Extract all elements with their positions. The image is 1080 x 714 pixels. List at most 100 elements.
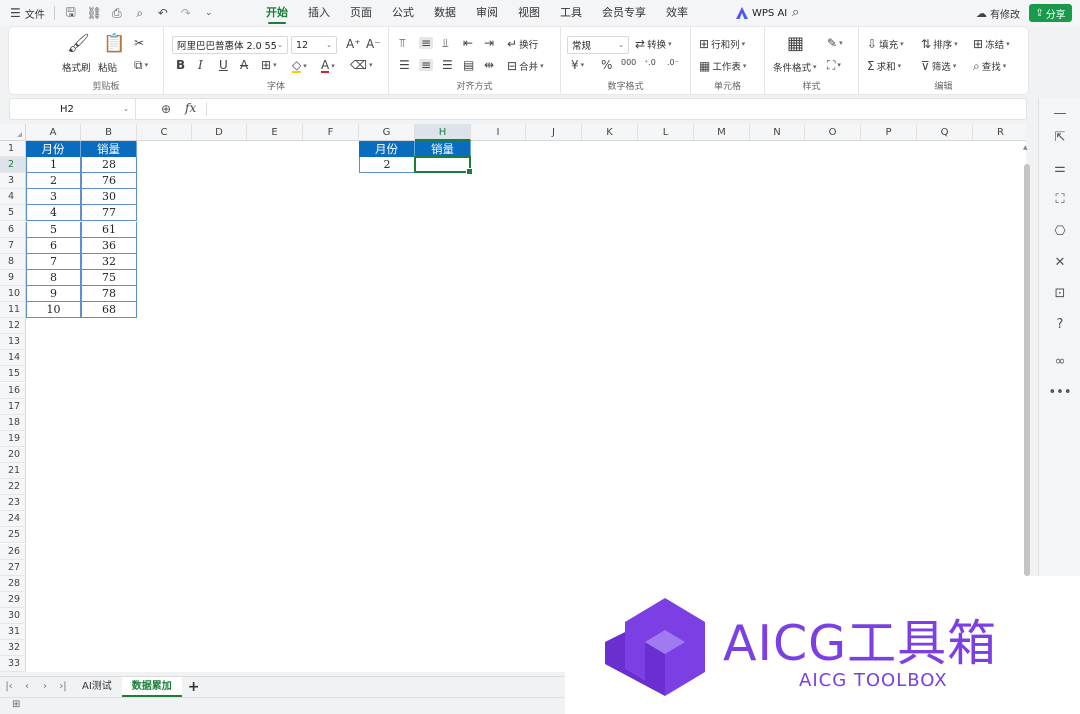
column-header-i[interactable]: I — [471, 124, 526, 141]
convert-button[interactable]: ⇄ 转换 ▾ — [635, 37, 672, 51]
row-header-23[interactable]: 23 — [0, 495, 26, 512]
row-header-15[interactable]: 15 — [0, 366, 26, 383]
cell-border-icon[interactable]: ⛶ ▾ — [827, 59, 841, 71]
row-header-4[interactable]: 4 — [0, 189, 26, 206]
worksheet-button[interactable]: ▦ 工作表 ▾ — [699, 59, 746, 73]
last-sheet-icon[interactable]: ›| — [54, 681, 72, 692]
row-header-19[interactable]: 19 — [0, 430, 26, 447]
select-all-corner[interactable] — [0, 124, 26, 141]
file-menu[interactable]: ☰ 文件 — [10, 6, 45, 21]
table-cell[interactable]: 76 — [81, 173, 137, 190]
increase-decimal-icon[interactable]: ⁺.0 — [644, 59, 656, 67]
row-header-1[interactable]: 1 — [0, 141, 26, 158]
column-header-m[interactable]: M — [694, 124, 750, 141]
crop-icon[interactable]: ⛶ — [1039, 192, 1080, 207]
column-header-o[interactable]: O — [805, 124, 861, 141]
row-header-18[interactable]: 18 — [0, 414, 26, 431]
tab-tools[interactable]: 工具 — [560, 0, 582, 26]
zoom-icon[interactable]: ⊕ — [161, 102, 171, 116]
paste-label[interactable]: 粘贴 — [98, 60, 117, 74]
filter-button[interactable]: ⊽ 筛选 ▾ — [921, 59, 956, 73]
print-icon[interactable]: ⎙ — [110, 6, 124, 21]
row-col-button[interactable]: ⊞ 行和列 ▾ — [699, 37, 745, 51]
table-cell[interactable]: 8 — [26, 269, 81, 286]
row-header-30[interactable]: 30 — [0, 607, 26, 624]
table-cell[interactable]: 7 — [26, 253, 81, 270]
sheet-tab-data-accumulate[interactable]: 数据累加 — [121, 676, 182, 697]
row-header-25[interactable]: 25 — [0, 527, 26, 544]
freeze-button[interactable]: ⊞ 冻结 ▾ — [973, 37, 1010, 51]
book-icon[interactable]: ⊡ — [1039, 286, 1080, 301]
help-icon[interactable]: ? — [1039, 317, 1080, 332]
copy-icon[interactable]: ⧉ ▾ — [134, 59, 148, 71]
column-header-f[interactable]: F — [303, 124, 359, 141]
share-link-icon[interactable]: ⛓ — [87, 6, 102, 20]
align-top-icon[interactable]: ⫪ — [399, 37, 406, 49]
table-cell[interactable]: 75 — [81, 269, 137, 286]
table-cell[interactable]: 1 — [26, 157, 81, 174]
more-icon[interactable]: ••• — [1039, 385, 1080, 400]
row-header-2[interactable]: 2 — [0, 157, 26, 174]
sort-button[interactable]: ⇅ 排序 ▾ — [921, 37, 958, 51]
tab-home[interactable]: 开始 — [266, 0, 288, 26]
table-cell[interactable]: 4 — [26, 205, 81, 222]
strikethrough-icon[interactable]: A — [240, 59, 248, 71]
number-format-select[interactable]: 常规 ⌄ — [567, 36, 629, 54]
row-header-29[interactable]: 29 — [0, 591, 26, 608]
wrap-text-button[interactable]: ↵ 换行 — [507, 37, 538, 51]
fill-color-icon[interactable]: ◇ ▾ — [292, 59, 307, 73]
vertical-scrollbar[interactable]: ▲ — [1022, 142, 1032, 576]
style-icon[interactable]: ⎔ — [1039, 224, 1080, 239]
tab-view[interactable]: 视图 — [518, 0, 540, 26]
increase-indent-icon[interactable]: ⇥ — [484, 37, 494, 49]
table-header-cell[interactable]: 销量 — [415, 141, 471, 158]
table-cell[interactable]: 32 — [81, 253, 137, 270]
row-header-16[interactable]: 16 — [0, 382, 26, 399]
column-header-a[interactable]: A — [26, 124, 81, 141]
tab-review[interactable]: 审阅 — [476, 0, 498, 26]
thousands-icon[interactable]: 000 — [621, 59, 636, 67]
prev-sheet-icon[interactable]: ‹ — [18, 681, 36, 692]
undo-icon[interactable]: ↶ — [156, 6, 170, 20]
row-header-22[interactable]: 22 — [0, 479, 26, 496]
column-header-e[interactable]: E — [247, 124, 303, 141]
currency-icon[interactable]: ¥ ▾ — [571, 59, 584, 71]
italic-icon[interactable]: I — [198, 59, 203, 71]
macro-icon[interactable]: ⊞ — [12, 700, 20, 710]
table-header-cell[interactable]: 月份 — [26, 141, 81, 158]
wps-ai-button[interactable]: WPS AI — [736, 0, 787, 26]
cut-icon[interactable]: ✂ — [134, 37, 144, 49]
chevron-down-icon[interactable]: ⌄ — [123, 105, 129, 113]
table-cell[interactable]: 78 — [81, 285, 137, 302]
row-header-11[interactable]: 11 — [0, 302, 26, 319]
row-header-24[interactable]: 24 — [0, 511, 26, 528]
tab-member[interactable]: 会员专享 — [602, 0, 646, 26]
row-header-3[interactable]: 3 — [0, 173, 26, 190]
table-style-icon[interactable]: ▦ — [787, 35, 804, 53]
sum-button[interactable]: Σ 求和 ▾ — [867, 59, 901, 73]
row-header-33[interactable]: 33 — [0, 656, 26, 672]
column-header-p[interactable]: P — [861, 124, 917, 141]
row-header-14[interactable]: 14 — [0, 350, 26, 367]
table-header-cell[interactable]: 销量 — [81, 141, 137, 158]
align-center-icon[interactable]: ≡ — [419, 59, 434, 71]
row-header-26[interactable]: 26 — [0, 543, 26, 560]
tab-page[interactable]: 页面 — [350, 0, 372, 26]
row-header-6[interactable]: 6 — [0, 221, 26, 238]
row-header-13[interactable]: 13 — [0, 334, 26, 351]
decrease-indent-icon[interactable]: ⇤ — [463, 37, 473, 49]
row-header-12[interactable]: 12 — [0, 318, 26, 335]
select-cursor-icon[interactable]: ⇱ — [1039, 130, 1080, 145]
table-cell[interactable]: 68 — [81, 302, 137, 319]
conditional-format-button[interactable]: 条件格式 ▾ — [773, 60, 817, 74]
font-name-select[interactable]: 阿里巴巴普惠体 2.0 55 ⌄ — [172, 36, 288, 54]
row-header-10[interactable]: 10 — [0, 285, 26, 302]
row-header-32[interactable]: 32 — [0, 640, 26, 657]
row-header-5[interactable]: 5 — [0, 205, 26, 222]
find-button[interactable]: ⌕ 查找 ▾ — [973, 59, 1006, 73]
save-icon[interactable]: 🖫 — [64, 3, 78, 24]
tab-efficiency[interactable]: 效率 — [666, 0, 688, 26]
row-header-8[interactable]: 8 — [0, 253, 26, 270]
row-header-27[interactable]: 27 — [0, 559, 26, 576]
borders-icon[interactable]: ⊞ ▾ — [261, 59, 277, 71]
